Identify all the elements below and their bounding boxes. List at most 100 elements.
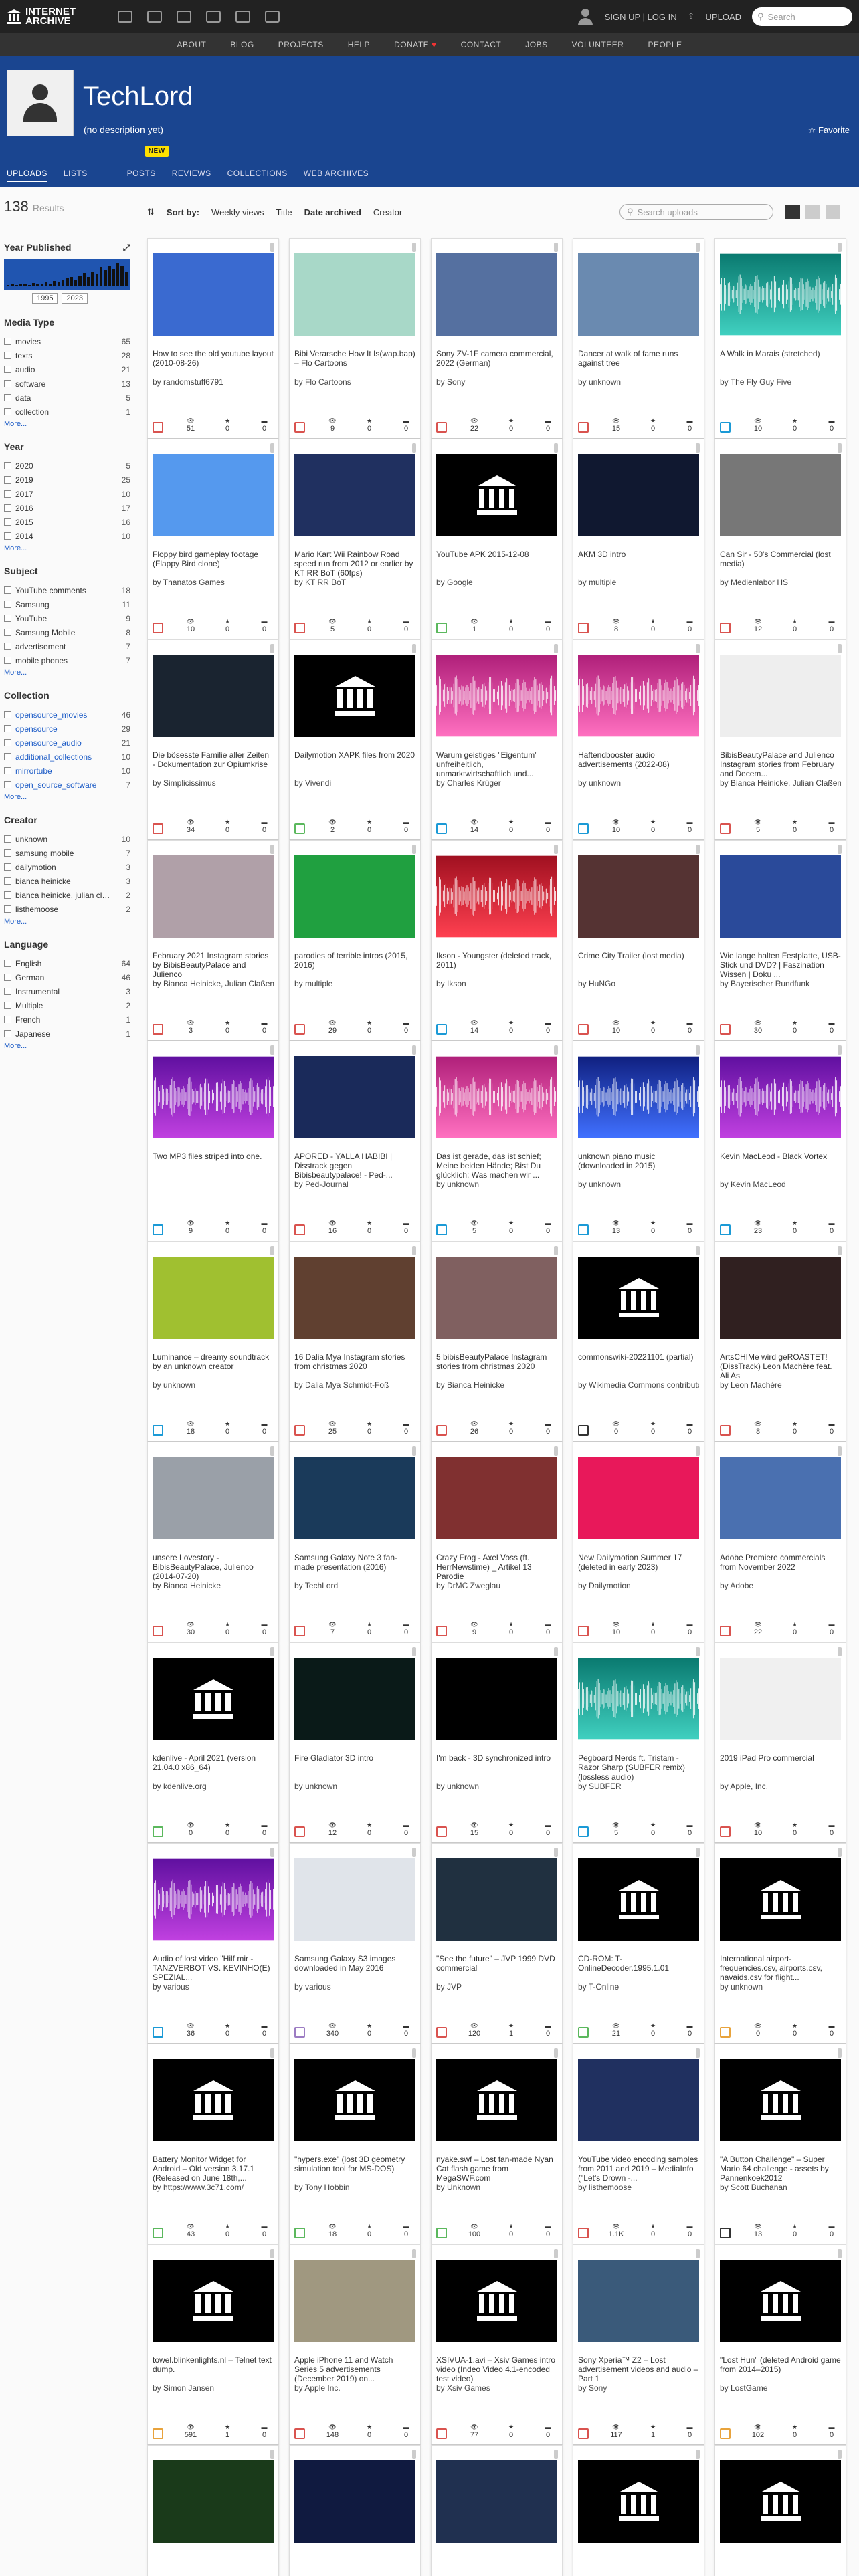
year-from-input[interactable]: 1995 [32, 293, 58, 304]
software-icon[interactable] [235, 11, 250, 23]
facet-option[interactable]: samsung mobile 7 [4, 846, 130, 860]
facet-checkbox[interactable] [4, 877, 11, 885]
tile-menu-icon[interactable] [554, 1045, 558, 1055]
sort-date-archived[interactable]: Date archived [304, 207, 361, 217]
item-title[interactable]: Warum geistiges "Eigentum" unfreiheitlic… [436, 750, 557, 778]
facet-more-link[interactable]: More... [4, 420, 130, 428]
item-tile[interactable]: 5 bibisBeautyPalace Instagram stories fr… [431, 1241, 563, 1442]
tile-menu-icon[interactable] [554, 644, 558, 653]
item-thumbnail[interactable] [720, 1257, 841, 1339]
expand-icon[interactable]: ⤢ [123, 242, 130, 253]
tab-uploads[interactable]: UPLOADS [7, 169, 47, 182]
item-title[interactable]: Crime City Trailer (lost media) [578, 951, 699, 979]
item-thumbnail[interactable] [294, 855, 415, 938]
tab-collections[interactable]: COLLECTIONS [227, 169, 288, 182]
item-thumbnail[interactable] [436, 1257, 557, 1339]
item-title[interactable]: Crazy Frog - Axel Voss (ft. HerrNewstime… [436, 1553, 557, 1581]
tab-lists[interactable]: LISTSNEW [64, 146, 169, 182]
tile-menu-icon[interactable] [554, 2249, 558, 2258]
item-thumbnail[interactable] [436, 1056, 557, 1138]
item-tile[interactable]: Luminance – dreamy soundtrack by an unkn… [147, 1241, 279, 1442]
item-thumbnail[interactable] [578, 1056, 699, 1138]
tile-menu-icon[interactable] [838, 1045, 842, 1055]
item-thumbnail[interactable] [294, 1658, 415, 1740]
item-title[interactable]: Two MP3 files striped into one. [153, 1152, 274, 1180]
item-title[interactable]: YouTube video encoding samples from 2011… [578, 2155, 699, 2183]
item-tile[interactable]: New Dailymotion Summer 17 (deleted in ea… [573, 1442, 704, 1642]
tile-menu-icon[interactable] [412, 1848, 416, 1857]
item-title[interactable]: YouTube APK 2015-12-08 [436, 550, 557, 578]
tile-menu-icon[interactable] [270, 2048, 274, 2058]
item-title[interactable]: BibisBeautyPalace and Julienco Instagram… [720, 750, 841, 778]
item-title[interactable]: Dailymotion XAPK files from 2020 [294, 750, 415, 778]
facet-option[interactable]: German 46 [4, 970, 130, 984]
item-title[interactable]: "Lost Hun" (deleted Android game from 20… [720, 2355, 841, 2383]
facet-checkbox[interactable] [4, 615, 11, 622]
facet-option[interactable]: English 64 [4, 956, 130, 970]
facet-option[interactable]: Samsung 11 [4, 597, 130, 611]
nav-help[interactable]: HELP [348, 40, 370, 49]
grid-view-icon[interactable] [785, 205, 800, 219]
tile-menu-icon[interactable] [412, 1647, 416, 1656]
facet-option[interactable]: audio 21 [4, 362, 130, 377]
tile-menu-icon[interactable] [838, 845, 842, 854]
facet-checkbox[interactable] [4, 643, 11, 650]
item-tile[interactable]: AKM 3D intro by multiple 👁 8 ★ 0 ▬ 0 [573, 439, 704, 639]
item-thumbnail[interactable] [720, 1858, 841, 1941]
item-thumbnail[interactable] [436, 2260, 557, 2342]
item-tile[interactable]: APORED - YALLA HABIBI | Disstrack gegen … [289, 1041, 421, 1241]
item-title[interactable]: AKM 3D intro [578, 550, 699, 578]
facet-checkbox[interactable] [4, 352, 11, 359]
item-tile[interactable]: Pegboard Nerds ft. Tristam - Razor Sharp… [573, 1642, 704, 1843]
tile-menu-icon[interactable] [412, 1246, 416, 1255]
tile-menu-icon[interactable] [838, 443, 842, 453]
images-icon[interactable] [265, 11, 280, 23]
item-thumbnail[interactable] [578, 2460, 699, 2543]
item-title[interactable] [436, 2556, 557, 2576]
tile-menu-icon[interactable] [412, 845, 416, 854]
facet-option[interactable]: 2016 17 [4, 501, 130, 515]
facet-option[interactable]: texts 28 [4, 348, 130, 362]
item-tile[interactable]: nyake.swf – Lost fan-made Nyan Cat flash… [431, 2044, 563, 2244]
facet-option[interactable]: 2015 16 [4, 515, 130, 529]
item-title[interactable]: APORED - YALLA HABIBI | Disstrack gegen … [294, 1152, 415, 1180]
item-thumbnail[interactable] [153, 2260, 274, 2342]
item-tile[interactable]: Kevin MacLeod - Black Vortex by Kevin Mac… [714, 1041, 846, 1241]
tile-menu-icon[interactable] [270, 845, 274, 854]
item-title[interactable]: Luminance – dreamy soundtrack by an unkn… [153, 1352, 274, 1380]
facet-checkbox[interactable] [4, 1002, 11, 1009]
item-tile[interactable]: Battery Monitor Widget for Android – Old… [147, 2044, 279, 2244]
item-title[interactable]: Haftendbooster audio advertisements (202… [578, 750, 699, 778]
tile-menu-icon[interactable] [554, 2450, 558, 2459]
item-tile[interactable]: International airport-frequencies.csv, a… [714, 1843, 846, 2044]
tile-menu-icon[interactable] [696, 2048, 700, 2058]
tile-menu-icon[interactable] [696, 443, 700, 453]
item-thumbnail[interactable] [294, 655, 415, 737]
facet-checkbox[interactable] [4, 532, 11, 540]
tile-menu-icon[interactable] [554, 845, 558, 854]
tile-menu-icon[interactable] [270, 243, 274, 252]
tile-menu-icon[interactable] [554, 1246, 558, 1255]
item-title[interactable]: Mario Kart Wii Rainbow Road speed run fr… [294, 550, 415, 578]
item-tile[interactable]: Two MP3 files striped into one. 👁 9 ★ 0 ▬ 0 [147, 1041, 279, 1241]
facet-checkbox[interactable] [4, 394, 11, 401]
tile-menu-icon[interactable] [270, 644, 274, 653]
facet-option[interactable]: 2020 5 [4, 459, 130, 473]
item-title[interactable]: Ikson - Youngster (deleted track, 2011) [436, 951, 557, 979]
facet-option[interactable]: movies 65 [4, 334, 130, 348]
item-thumbnail[interactable] [720, 1056, 841, 1138]
tile-menu-icon[interactable] [838, 1647, 842, 1656]
tile-menu-icon[interactable] [270, 2450, 274, 2459]
item-tile[interactable]: parodies of terrible intros (2015, 2016)… [289, 840, 421, 1041]
item-tile[interactable]: Samsung Galaxy Note 3 fan-made presentat… [289, 1442, 421, 1642]
item-thumbnail[interactable] [436, 2059, 557, 2141]
item-thumbnail[interactable] [436, 2460, 557, 2543]
item-tile[interactable]: YouTube video encoding samples from 2011… [573, 2044, 704, 2244]
user-icon[interactable] [577, 7, 594, 26]
item-title[interactable]: International airport-frequencies.csv, a… [720, 1954, 841, 1982]
item-thumbnail[interactable] [578, 1658, 699, 1740]
texts-icon[interactable] [147, 11, 162, 23]
tile-menu-icon[interactable] [838, 2450, 842, 2459]
nav-blog[interactable]: BLOG [230, 40, 254, 49]
tile-menu-icon[interactable] [412, 2450, 416, 2459]
